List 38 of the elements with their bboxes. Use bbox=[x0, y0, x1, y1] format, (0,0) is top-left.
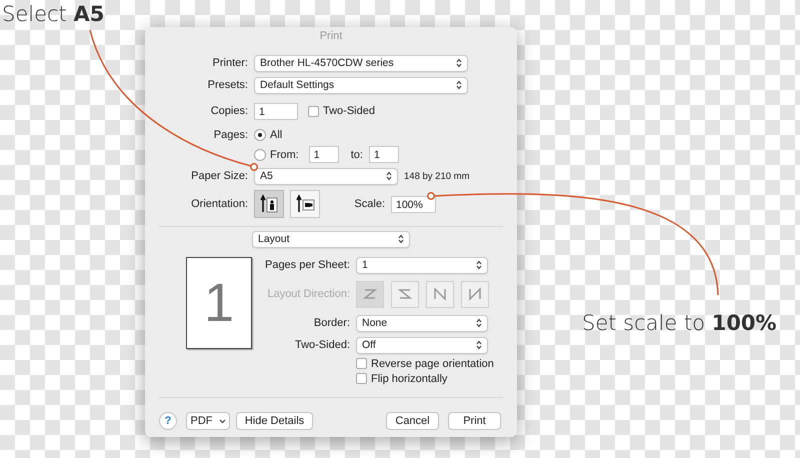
pages-per-sheet-popup[interactable]: 1 bbox=[356, 256, 488, 274]
field-label: Orientation: bbox=[190, 198, 248, 210]
page-range-radio[interactable]: All bbox=[254, 129, 282, 141]
field-label: Pages per Sheet: bbox=[264, 259, 350, 271]
field-label: Printer: bbox=[212, 57, 248, 69]
copies-field[interactable]: 1 bbox=[254, 102, 298, 120]
from-field[interactable]: 1 bbox=[308, 146, 339, 163]
two-sided-popup[interactable]: Off bbox=[356, 336, 488, 354]
help-button[interactable]: ? bbox=[159, 412, 177, 430]
option-checkbox[interactable]: Flip horizontally bbox=[356, 372, 448, 384]
field-label: Presets: bbox=[206, 79, 248, 91]
border-popup[interactable]: None bbox=[356, 314, 488, 332]
page-range-radio[interactable]: From: bbox=[254, 148, 299, 160]
field-label: Pages: bbox=[212, 129, 248, 141]
hide-details-button[interactable]: Hide Details bbox=[236, 412, 313, 430]
presets-popup[interactable]: Default Settings bbox=[254, 76, 468, 94]
printer-popup[interactable]: Brother HL-4570CDW series bbox=[254, 54, 468, 72]
paper-size-popup[interactable]: A5 bbox=[254, 168, 398, 184]
page-preview: 1 bbox=[186, 257, 252, 349]
field-label: Copies: bbox=[210, 105, 248, 117]
field-label: Two-Sided: bbox=[294, 339, 350, 351]
field-label: Layout Direction: bbox=[266, 288, 350, 300]
field-label: Paper Size: bbox=[190, 170, 248, 182]
option-checkbox[interactable]: Reverse page orientation bbox=[356, 358, 494, 370]
field-label: Scale: bbox=[353, 198, 385, 210]
scale-field[interactable]: 100% bbox=[391, 196, 436, 212]
callout-text: Select A5 bbox=[2, 2, 104, 26]
pdf-button[interactable]: PDF bbox=[186, 412, 230, 430]
callout-text: Set scale to 100% bbox=[582, 311, 777, 335]
window-title: Print bbox=[318, 29, 344, 44]
paper-dimensions: 148 by 210 mm bbox=[404, 170, 470, 182]
print-button[interactable]: Print bbox=[448, 412, 501, 430]
two-sided-checkbox[interactable]: Two-Sided bbox=[308, 105, 375, 117]
to-label: to: bbox=[350, 148, 363, 160]
field-label: Border: bbox=[312, 317, 350, 329]
section-popup[interactable]: Layout bbox=[252, 230, 410, 248]
cancel-button[interactable]: Cancel bbox=[386, 412, 439, 430]
to-field[interactable]: 1 bbox=[368, 146, 399, 163]
